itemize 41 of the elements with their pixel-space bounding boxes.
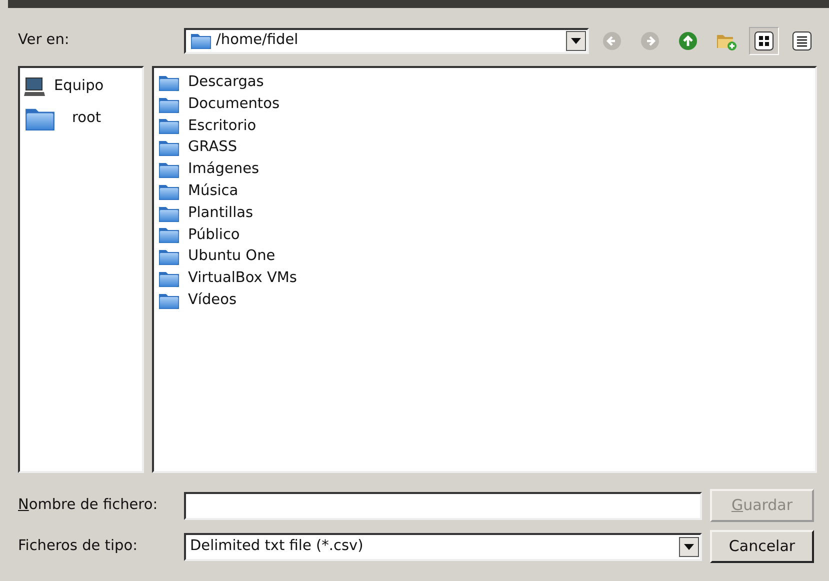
folder-icon (158, 226, 180, 244)
path-combo[interactable]: /home/fidel (184, 28, 589, 54)
folder-item[interactable]: Documentos (188, 94, 280, 116)
place-item[interactable]: Equipo (54, 76, 104, 98)
folder-item[interactable]: GRASS (188, 137, 238, 160)
list-view-icon (792, 31, 812, 51)
folder-icon (158, 96, 180, 114)
folder-item[interactable]: Público (188, 224, 240, 246)
folder-icon (158, 182, 180, 201)
folder-icon (158, 270, 180, 288)
folder-icon (158, 204, 180, 223)
folder-item[interactable]: Ubuntu One (188, 246, 276, 268)
folder-item[interactable]: Vídeos (188, 290, 236, 312)
dropdown-caret-icon[interactable] (566, 31, 586, 51)
folder-icon (158, 74, 180, 92)
folder-icon (158, 292, 180, 310)
filetype-text: Delimited txt file (*.csv) (190, 536, 364, 556)
filetype-combo[interactable]: Delimited txt file (*.csv) (184, 532, 702, 560)
folder-icon (190, 32, 212, 50)
folder-item[interactable]: Plantillas (188, 202, 254, 225)
filename-label: Nombre de fichero: (18, 496, 159, 515)
folder-icon (158, 161, 180, 180)
icon-view-button[interactable] (749, 27, 779, 55)
path-text: /home/fidel (216, 31, 298, 50)
folder-item[interactable]: Música (188, 181, 238, 203)
dropdown-caret-icon[interactable] (679, 536, 699, 556)
folder-item[interactable]: VirtualBox VMs (188, 268, 297, 290)
grid-view-icon (754, 31, 774, 51)
folder-item[interactable]: Escritorio (188, 116, 256, 138)
computer-icon (24, 77, 46, 97)
folder-icon (24, 106, 56, 132)
folder-item[interactable]: Descargas (188, 72, 264, 94)
folder-icon (158, 248, 180, 266)
place-item[interactable]: root (72, 108, 102, 130)
filename-field[interactable] (184, 492, 702, 520)
folder-icon (158, 117, 180, 136)
filetype-label: Ficheros de tipo: (18, 536, 138, 556)
look-in-label: Ver en: (18, 31, 70, 50)
folder-icon (158, 139, 180, 158)
cancel-button[interactable]: Cancelar (710, 530, 814, 563)
folder-item[interactable]: Imágenes (188, 159, 260, 181)
